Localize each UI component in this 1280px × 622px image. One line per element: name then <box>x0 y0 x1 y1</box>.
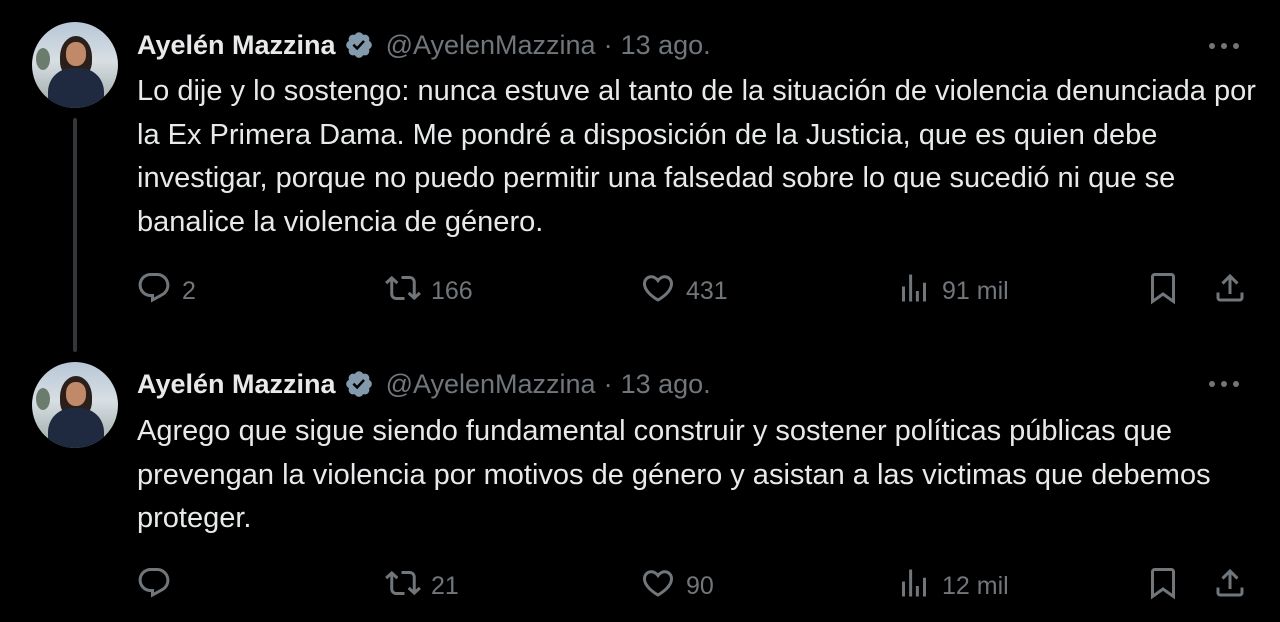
avatar[interactable] <box>32 22 118 108</box>
more-dot <box>1221 381 1227 387</box>
bookmark-icon <box>1145 565 1181 608</box>
more-dot <box>1209 381 1215 387</box>
tweet-header: Ayelén Mazzina @AyelenMazzina · 13 ago. <box>137 25 711 65</box>
author-name[interactable]: Ayelén Mazzina <box>137 369 336 400</box>
author-handle[interactable]: @AyelenMazzina <box>386 369 596 400</box>
reply-count: 2 <box>182 276 196 305</box>
avatar-face <box>66 42 86 66</box>
share-icon <box>1212 565 1248 608</box>
verified-badge-icon[interactable] <box>344 30 374 60</box>
tweet[interactable]: Ayelén Mazzina @AyelenMazzina · 13 ago. … <box>0 352 1280 622</box>
retweet-count: 166 <box>431 276 473 305</box>
tweet[interactable]: Ayelén Mazzina @AyelenMazzina · 13 ago. … <box>0 0 1280 352</box>
bookmark-button[interactable] <box>1145 269 1181 313</box>
header-separator: · <box>603 29 613 60</box>
reply-icon <box>136 270 172 313</box>
views-button[interactable]: 12 mil <box>896 564 1009 608</box>
reply-button[interactable] <box>136 564 182 608</box>
views-count: 91 mil <box>942 276 1009 305</box>
avatar-face <box>66 382 86 406</box>
tweet-text: Agrego que sigue siendo fundamental cons… <box>137 415 1211 534</box>
retweet-icon <box>385 270 421 313</box>
bookmark-icon <box>1145 270 1181 313</box>
heart-icon <box>640 565 676 608</box>
retweet-icon <box>385 565 421 608</box>
tweet-actions: 2 166 431 91 mil <box>0 269 1280 313</box>
views-count: 12 mil <box>942 571 1009 600</box>
avatar-background-tree <box>36 388 50 410</box>
tweet-text: Lo dije y lo sostengo: nunca estuve al t… <box>137 75 1256 238</box>
avatar-body <box>48 68 104 108</box>
views-button[interactable]: 91 mil <box>896 269 1009 313</box>
like-count: 431 <box>686 276 728 305</box>
views-chart-icon <box>896 270 932 313</box>
retweet-button[interactable]: 21 <box>385 564 459 608</box>
author-name[interactable]: Ayelén Mazzina <box>137 30 336 61</box>
more-dot <box>1233 43 1239 49</box>
more-options-icon[interactable] <box>1204 374 1244 394</box>
retweet-count: 21 <box>431 571 459 600</box>
views-chart-icon <box>896 565 932 608</box>
verified-badge-icon[interactable] <box>344 369 374 399</box>
more-options-icon[interactable] <box>1204 36 1244 56</box>
tweet-date[interactable]: 13 ago. <box>621 369 711 400</box>
reply-icon <box>136 565 172 608</box>
like-button[interactable]: 90 <box>640 564 714 608</box>
share-button[interactable] <box>1212 564 1248 608</box>
tweet-header: Ayelén Mazzina @AyelenMazzina · 13 ago. <box>137 364 711 404</box>
author-handle[interactable]: @AyelenMazzina <box>386 30 596 61</box>
tweet-date[interactable]: 13 ago. <box>621 30 711 61</box>
avatar-body <box>48 408 104 448</box>
avatar-background-tree <box>36 48 50 70</box>
tweet-actions: 21 90 12 mil <box>0 564 1280 608</box>
more-dot <box>1221 43 1227 49</box>
share-icon <box>1212 270 1248 313</box>
more-dot <box>1233 381 1239 387</box>
thread-connector-line <box>73 118 77 352</box>
share-button[interactable] <box>1212 269 1248 313</box>
heart-icon <box>640 270 676 313</box>
like-count: 90 <box>686 571 714 600</box>
more-dot <box>1209 43 1215 49</box>
header-separator: · <box>603 368 613 399</box>
like-button[interactable]: 431 <box>640 269 728 313</box>
retweet-button[interactable]: 166 <box>385 269 473 313</box>
avatar[interactable] <box>32 362 118 448</box>
reply-button[interactable]: 2 <box>136 269 196 313</box>
bookmark-button[interactable] <box>1145 564 1181 608</box>
